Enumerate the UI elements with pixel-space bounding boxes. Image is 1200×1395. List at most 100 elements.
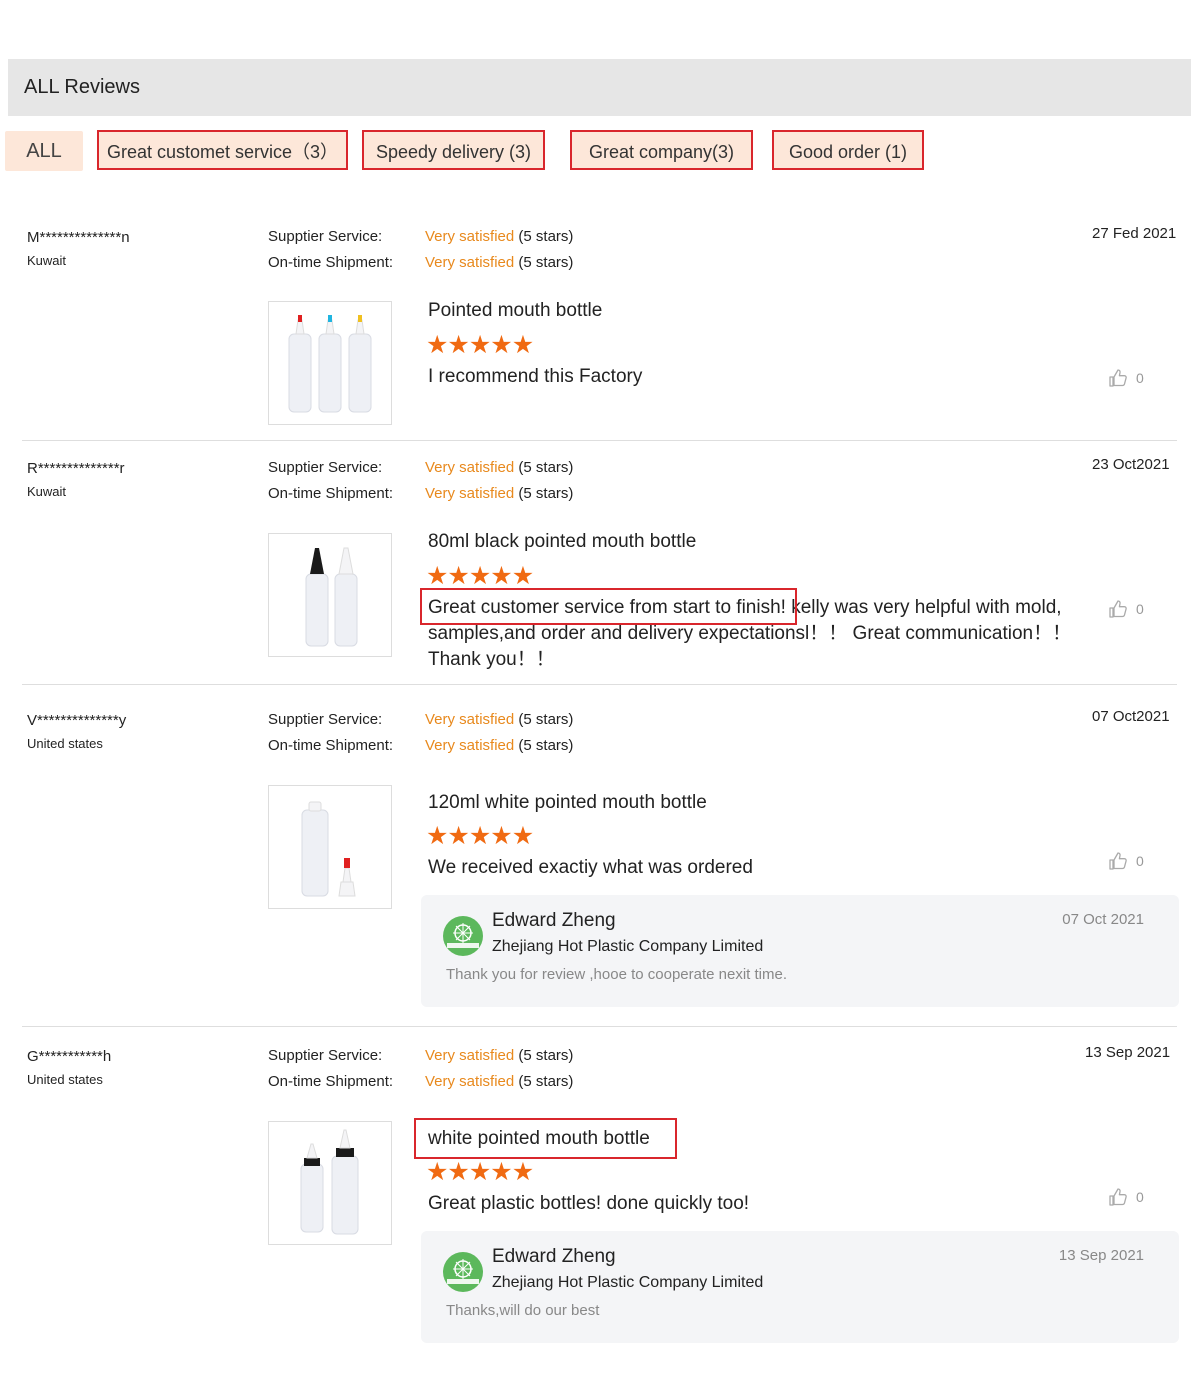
shipment-stars: (5 stars): [518, 737, 574, 754]
rating-stars: ★★★★★: [426, 562, 534, 590]
supplier-service-label: Supptier Service:: [268, 711, 383, 728]
review-date: 27 Fed 2021: [1092, 225, 1177, 242]
star-icon: ★: [468, 331, 491, 359]
shipment-stars: (5 stars): [518, 485, 574, 502]
shipment-label: On-time Shipment:: [268, 1073, 394, 1090]
star-icon: ★: [490, 822, 512, 850]
reviewer-country: Kuwait: [27, 484, 67, 499]
page-title: ALL Reviews: [24, 76, 140, 98]
review-date: 23 Oct2021: [1092, 456, 1170, 473]
shipment-value: Very satisfied: [425, 737, 515, 754]
review-filter-bar: ALL Great customet service（3） Speedy del…: [5, 130, 1195, 173]
shipment-stars: (5 stars): [518, 254, 574, 271]
rating-stars: ★★★★★: [426, 331, 534, 359]
review-date: 07 Oct2021: [1092, 708, 1170, 725]
review-ratings: Supptier Service: Very satisfied (5 stars…: [268, 1043, 573, 1095]
star-icon: ★: [511, 562, 534, 590]
reply-author: Edward Zheng: [492, 1246, 616, 1267]
reviewer-country: United states: [27, 736, 103, 751]
shipment-label: On-time Shipment:: [268, 485, 394, 502]
star-icon: ★: [468, 562, 491, 590]
filter-speedy-delivery[interactable]: Speedy delivery (3): [362, 130, 545, 170]
shipment-value: Very satisfied: [425, 254, 515, 271]
reviewer-name: M**************n: [27, 229, 130, 246]
supplier-service-value: Very satisfied: [425, 228, 515, 245]
review-divider: [22, 684, 1177, 685]
like-button[interactable]: 0: [1108, 1187, 1144, 1207]
star-icon: ★: [447, 562, 469, 590]
star-icon: ★: [490, 1158, 512, 1186]
like-button[interactable]: 0: [1108, 368, 1144, 388]
like-count: 0: [1136, 853, 1144, 869]
star-icon: ★: [468, 1158, 491, 1186]
review-item: M**************n Kuwait Supptier Service…: [22, 222, 1177, 440]
reply-date: 13 Sep 2021: [1058, 1247, 1144, 1264]
star-icon: ★: [511, 1158, 534, 1186]
filter-great-customer-service[interactable]: Great customet service（3）: [97, 130, 348, 170]
review-ratings: Supptier Service: Very satisfied (5 stars…: [268, 224, 573, 276]
reply-author: Edward Zheng: [492, 910, 616, 931]
filter-great-company[interactable]: Great company(3): [570, 130, 753, 170]
star-icon: ★: [447, 1158, 469, 1186]
star-icon: ★: [490, 331, 512, 359]
review-comment: We received exactiy what was ordered: [428, 857, 753, 878]
rating-stars: ★★★★★: [426, 822, 534, 850]
company-logo: [443, 916, 483, 956]
star-icon: ★: [426, 822, 448, 850]
product-title: 120ml white pointed mouth bottle: [428, 792, 707, 813]
reviewer-country: United states: [27, 1072, 103, 1087]
star-icon: ★: [426, 1158, 448, 1186]
product-thumbnail[interactable]: [268, 533, 392, 657]
supplier-service-stars: (5 stars): [518, 459, 574, 476]
star-icon: ★: [426, 331, 448, 359]
shipment-label: On-time Shipment:: [268, 254, 394, 271]
like-button[interactable]: 0: [1108, 599, 1144, 619]
thumbs-up-icon: [1109, 852, 1127, 870]
review-item: G***********h United states Supptier Ser…: [22, 1041, 1179, 1361]
like-count: 0: [1136, 601, 1144, 617]
reviewer-name: V**************y: [27, 712, 127, 729]
supplier-service-value: Very satisfied: [425, 459, 515, 476]
reply-company: Zhejiang Hot Plastic Company Limited: [492, 938, 764, 955]
review-date: 13 Sep 2021: [1085, 1044, 1171, 1061]
thumbs-up-icon: [1109, 600, 1127, 618]
thumbs-up-icon: [1109, 369, 1127, 387]
product-thumbnail[interactable]: [268, 785, 392, 909]
rating-stars: ★★★★★: [426, 1158, 534, 1186]
review-divider: [22, 440, 1177, 441]
filter-all[interactable]: ALL: [5, 131, 83, 171]
reply-date: 07 Oct 2021: [1062, 911, 1144, 928]
product-thumbnail[interactable]: [268, 1121, 392, 1245]
supplier-service-stars: (5 stars): [518, 228, 574, 245]
star-icon: ★: [511, 331, 534, 359]
filter-good-order[interactable]: Good order (1): [772, 130, 924, 170]
shipment-label: On-time Shipment:: [268, 737, 394, 754]
star-icon: ★: [511, 822, 534, 850]
supplier-service-stars: (5 stars): [518, 711, 574, 728]
supplier-service-stars: (5 stars): [518, 1047, 574, 1064]
highlight-box: [420, 588, 797, 625]
like-button[interactable]: 0: [1108, 851, 1144, 871]
reviewer-name: G***********h: [27, 1048, 112, 1065]
reviewer-country: Kuwait: [27, 253, 67, 268]
supplier-service-value: Very satisfied: [425, 1047, 515, 1064]
star-icon: ★: [468, 822, 491, 850]
reply-text: Thank you for review ,hooe to cooperate …: [446, 966, 788, 983]
product-thumbnail[interactable]: [268, 301, 392, 425]
thumbs-up-icon: [1109, 1188, 1127, 1206]
review-comment: I recommend this Factory: [428, 366, 643, 387]
review-comment: Great plastic bottles! done quickly too!: [428, 1193, 750, 1214]
review-item: R**************r Kuwait Supptier Service…: [22, 453, 1177, 684]
shipment-value: Very satisfied: [425, 485, 515, 502]
supplier-service-label: Supptier Service:: [268, 228, 383, 245]
seller-reply: Edward Zheng Zhejiang Hot Plastic Compan…: [421, 895, 1179, 1007]
reply-company: Zhejiang Hot Plastic Company Limited: [492, 1274, 764, 1291]
seller-reply: Edward Zheng Zhejiang Hot Plastic Compan…: [421, 1231, 1179, 1343]
like-count: 0: [1136, 370, 1144, 386]
shipment-stars: (5 stars): [518, 1073, 574, 1090]
supplier-service-label: Supptier Service:: [268, 1047, 383, 1064]
review-ratings: Supptier Service: Very satisfied (5 stars…: [268, 707, 573, 759]
supplier-service-value: Very satisfied: [425, 711, 515, 728]
shipment-value: Very satisfied: [425, 1073, 515, 1090]
star-icon: ★: [447, 331, 469, 359]
